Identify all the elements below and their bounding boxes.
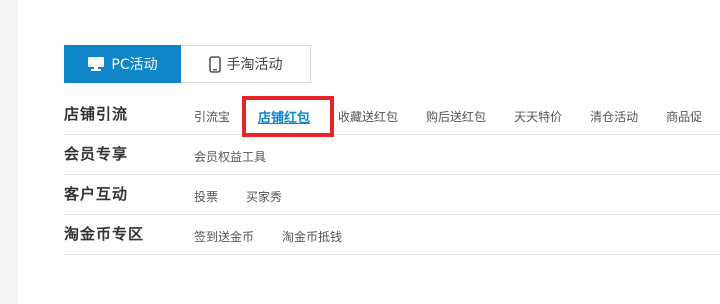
category-items: 会员权益工具 [194,148,294,165]
item-buyer-show[interactable]: 买家秀 [246,188,282,205]
monitor-icon [87,56,105,72]
item-member-benefits-tool[interactable]: 会员权益工具 [194,148,266,165]
item-post-purchase-red-packet[interactable]: 购后送红包 [426,108,486,126]
item-traffic-treasure[interactable]: 引流宝 [194,108,230,126]
activity-tabs: PC活动 手淘活动 [64,45,311,83]
highlight-box [242,96,334,137]
category-row-store-traffic: 店铺引流 引流宝 店铺红包 收藏送红包 购后送红包 天天特价 清仓活动 商品促 [64,95,720,135]
category-title: 客户互动 [64,185,129,203]
item-coin-deduction[interactable]: 淘金币抵钱 [282,228,342,245]
tab-pc-activity[interactable]: PC活动 [64,45,181,83]
item-daily-special[interactable]: 天天特价 [514,108,562,126]
item-checkin-coins[interactable]: 签到送金币 [194,228,254,245]
category-list: 店铺引流 引流宝 店铺红包 收藏送红包 购后送红包 天天特价 清仓活动 商品促 … [64,95,720,255]
tab-mobile-label: 手淘活动 [226,57,283,73]
phone-icon [208,55,221,73]
category-title: 店铺引流 [64,105,129,123]
item-favorite-red-packet[interactable]: 收藏送红包 [338,108,398,126]
item-clearance[interactable]: 清仓活动 [590,108,638,126]
tab-pc-label: PC活动 [111,57,158,73]
item-product-promo[interactable]: 商品促 [666,108,702,126]
category-row-member: 会员专享 会员权益工具 [64,135,720,175]
category-title: 淘金币专区 [64,225,145,243]
category-items: 投票 买家秀 [194,188,310,205]
category-items: 签到送金币 淘金币抵钱 [194,228,370,245]
category-title: 会员专享 [64,145,129,163]
category-row-interaction: 客户互动 投票 买家秀 [64,175,720,215]
item-vote[interactable]: 投票 [194,188,218,205]
category-row-gold-coin: 淘金币专区 签到送金币 淘金币抵钱 [64,215,720,255]
tab-mobile-activity[interactable]: 手淘活动 [181,45,311,83]
